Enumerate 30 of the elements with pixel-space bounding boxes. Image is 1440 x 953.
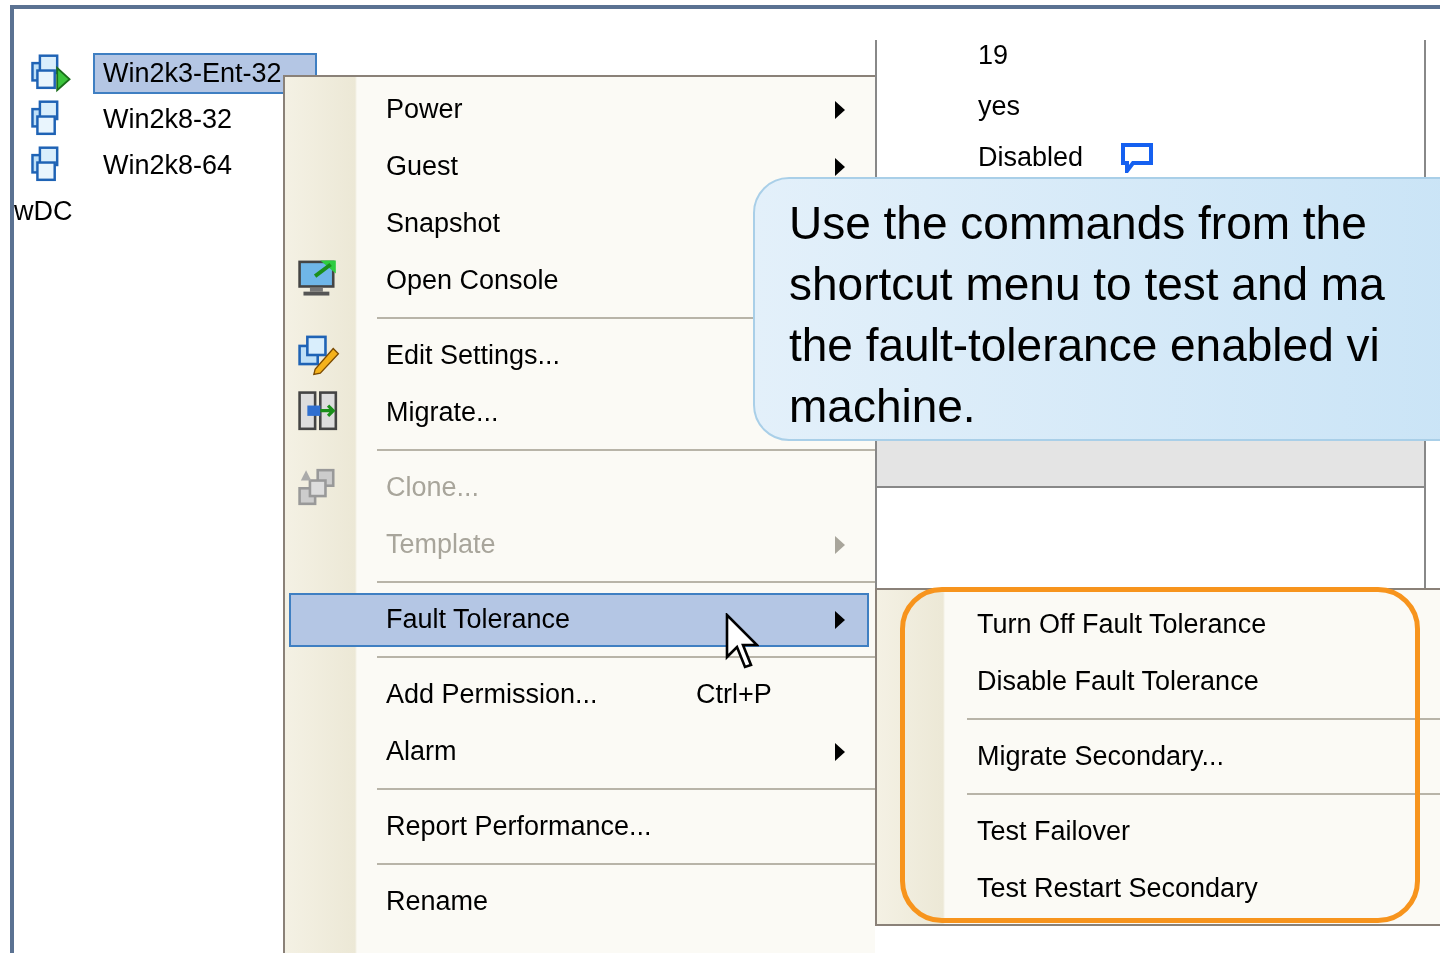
comment-icon [1121, 142, 1154, 173]
tree-item[interactable]: Win2k8-64 [93, 144, 243, 186]
detail-value: Disabled [978, 144, 1084, 171]
submenu-arrow-icon [835, 157, 845, 176]
vm-pencil-icon [297, 333, 341, 377]
submenu-arrow-icon [835, 100, 845, 119]
menu-item[interactable]: Test Failover [945, 803, 1440, 860]
tree-item[interactable]: Win2k8-32 [93, 98, 243, 140]
menu-item[interactable]: Disable Fault Tolerance [945, 653, 1440, 710]
menu-item[interactable]: Migrate Secondary... [945, 728, 1440, 785]
menu-item[interactable]: Test Restart Secondary [945, 860, 1440, 917]
detail-value: 19 [978, 42, 1009, 69]
menu-item[interactable]: Add Permission... Ctrl+P [289, 667, 869, 722]
menu-item[interactable]: Fault Tolerance [289, 592, 869, 647]
submenu-arrow-icon [835, 742, 845, 761]
callout-text: the fault-tolerance enabled vi [789, 318, 1381, 373]
submenu-arrow-icon [835, 610, 845, 629]
menu-item[interactable]: Report Performance... [289, 799, 869, 854]
menu-item[interactable]: Guest [289, 139, 869, 194]
tree-item[interactable]: Win2k3-Ent-32 [93, 52, 317, 94]
callout-text: machine. [789, 379, 977, 434]
callout-text: shortcut menu to test and ma [789, 257, 1386, 312]
callout-text: Use the commands from the [789, 196, 1368, 251]
detail-value: yes [978, 93, 1021, 120]
submenu-arrow-icon [835, 535, 845, 554]
mouse-pointer-icon [725, 613, 759, 671]
tree-item-label[interactable]: wDC [14, 197, 73, 225]
menu-item[interactable]: Alarm [289, 724, 869, 779]
menu-item[interactable]: Rename [289, 874, 869, 929]
menu-item[interactable]: Turn Off Fault Tolerance [945, 596, 1440, 653]
